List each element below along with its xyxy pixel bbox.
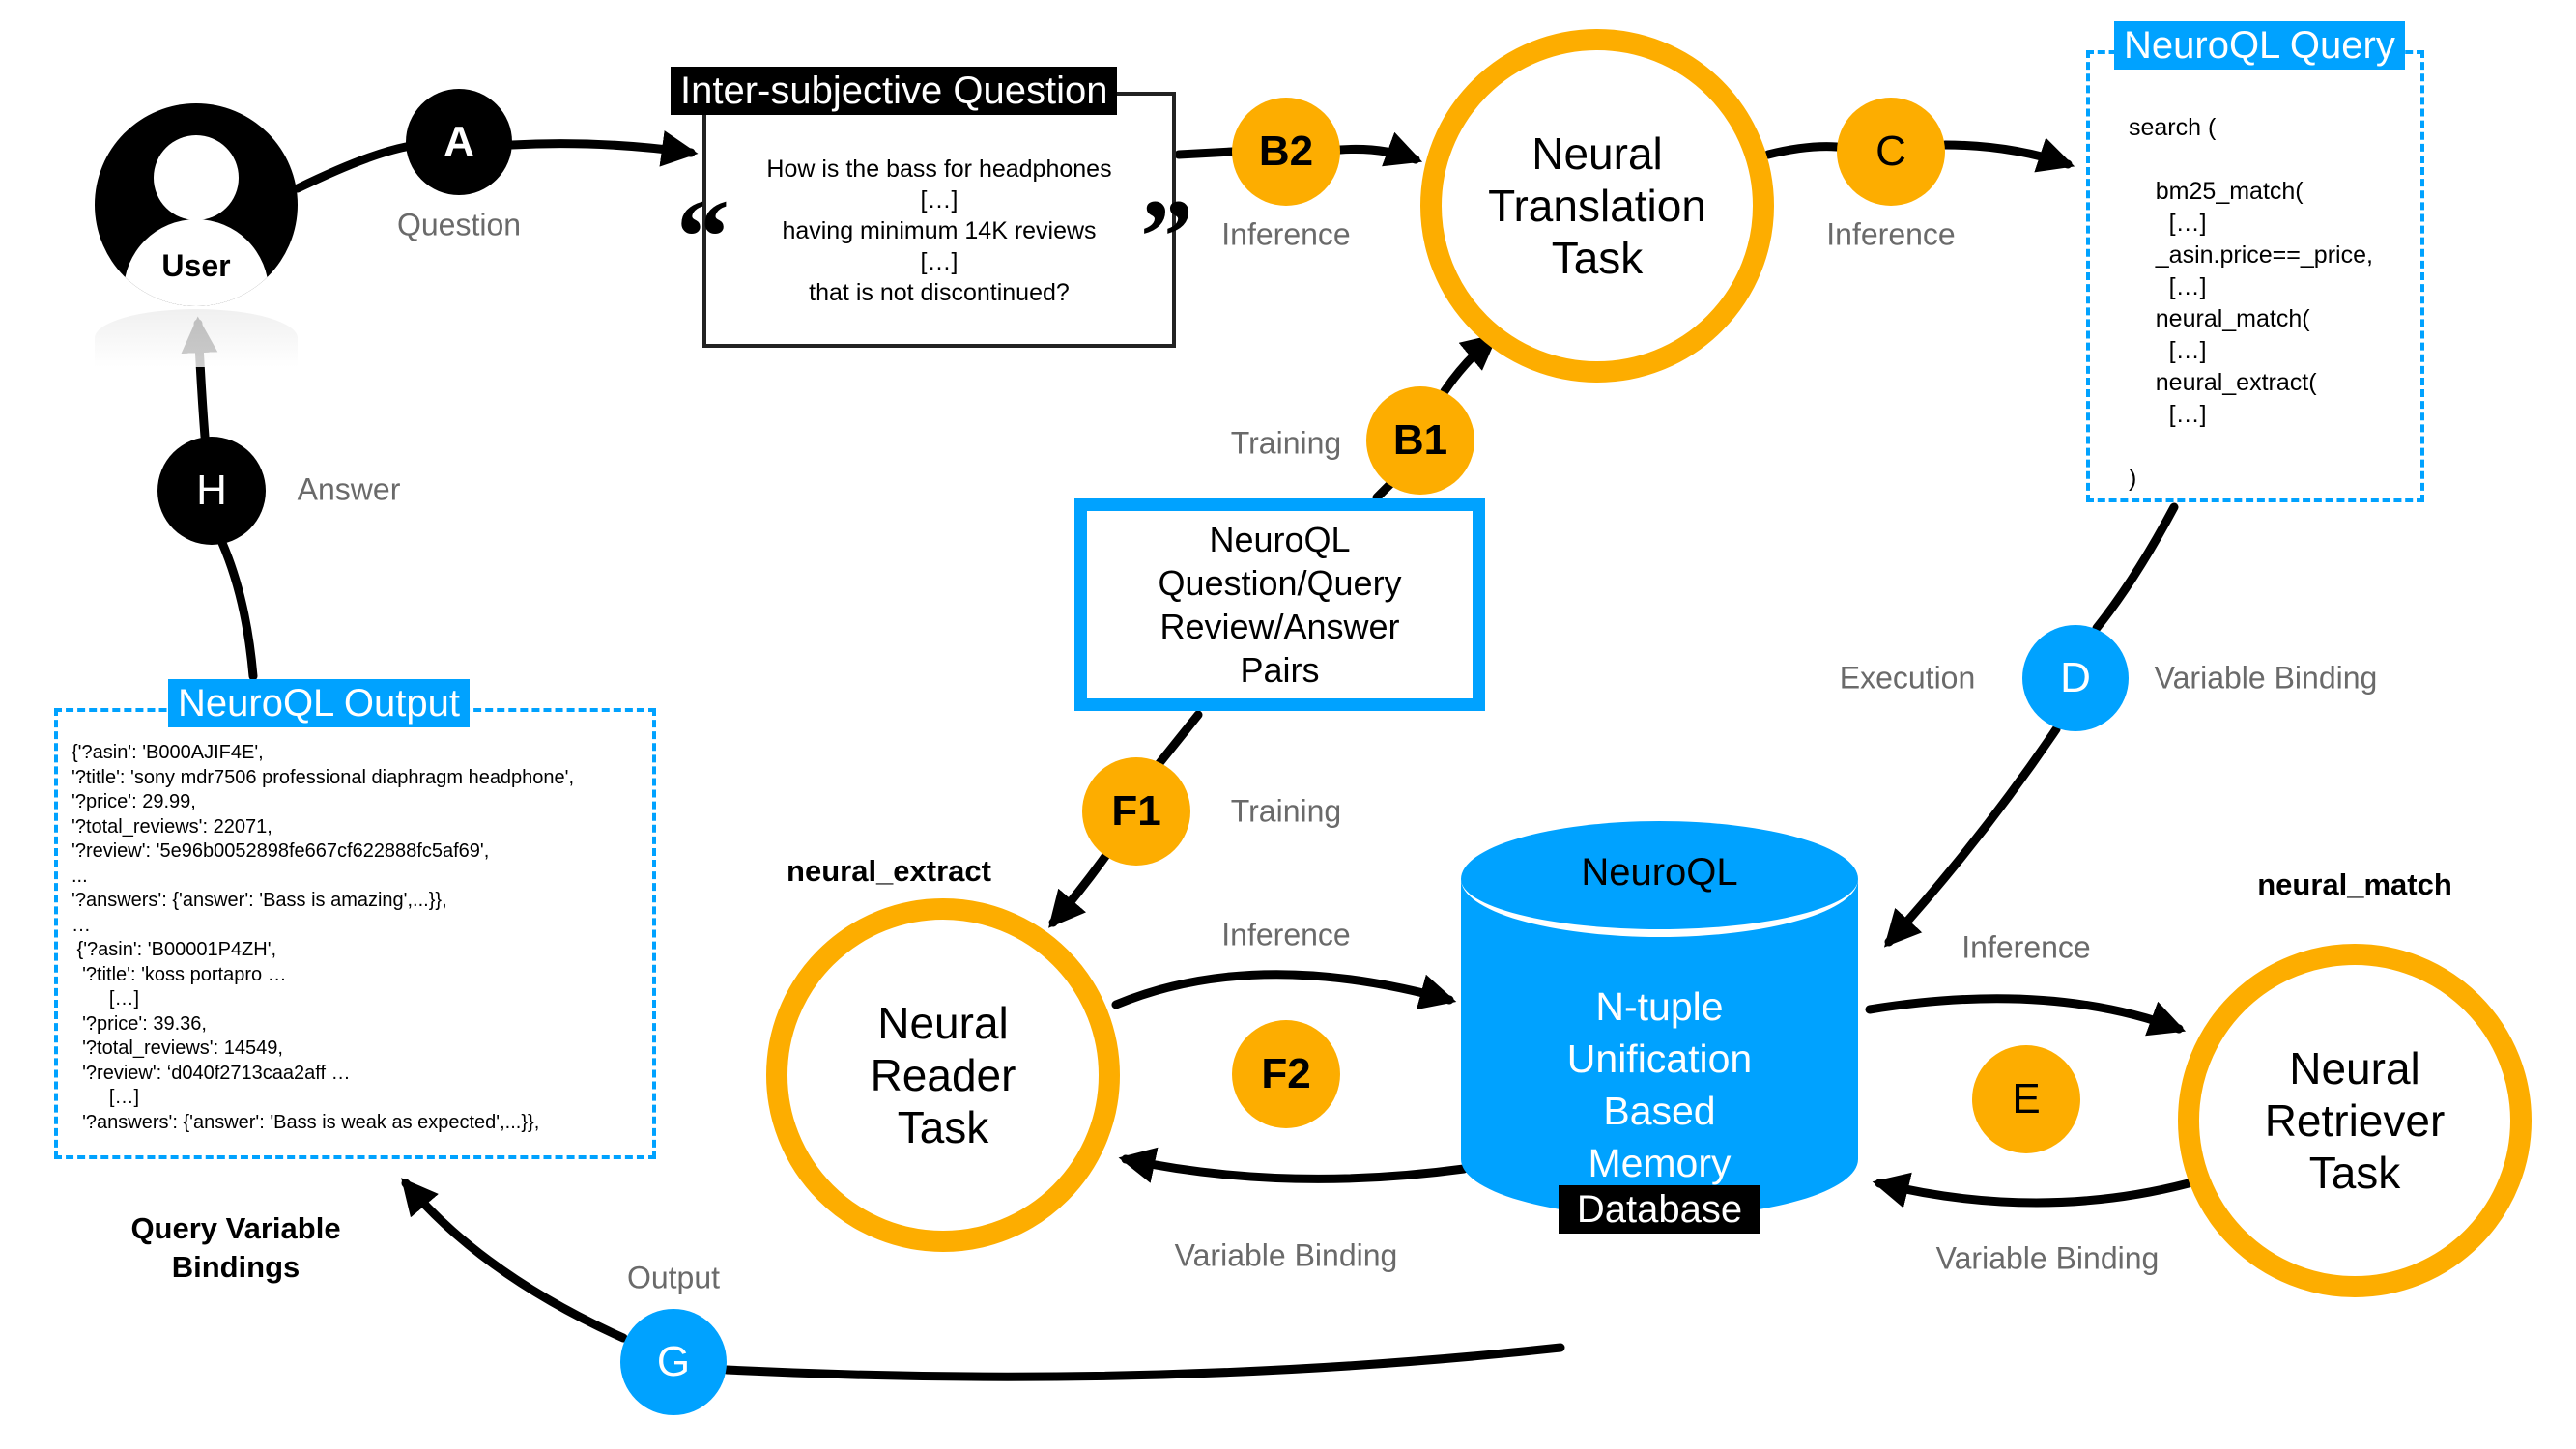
open-quote-icon: “: [676, 178, 730, 296]
step-b1-label: Training: [1230, 425, 1342, 461]
step-d-badge: D: [2022, 625, 2129, 731]
question-line: […]: [920, 248, 959, 275]
edge-g-to-output: [401, 1178, 628, 1343]
step-f2-bottom-label: Variable Binding: [1174, 1237, 1398, 1273]
user-avatar-icon: [154, 135, 239, 220]
step-b1-letter: B1: [1392, 416, 1448, 464]
edge-a-to-question: [507, 130, 699, 167]
output-code: {'?asin': 'B000AJIF4E', '?title': 'sony …: [72, 742, 575, 1133]
step-a-letter: A: [444, 118, 474, 165]
edge-query-to-d: [2092, 502, 2179, 633]
user-avatar: User: [95, 103, 298, 306]
edge-b1-to-translation: [1440, 333, 1499, 396]
edge-output-to-h: [217, 538, 258, 681]
edge-d-to-database: [1883, 724, 2061, 948]
neuroql-database: NeuroQL N-tuple Unification Based Memory…: [1461, 821, 1858, 1234]
edge-database-to-retriever: [1865, 994, 2187, 1037]
neural-reader-task: Neural Reader Task: [766, 898, 1120, 1252]
step-a-label: Question: [396, 207, 522, 242]
step-g-label: Output: [626, 1260, 721, 1295]
question-line: […]: [920, 186, 959, 213]
training-pairs-box: NeuroQL Question/Query Review/Answer Pai…: [1074, 498, 1485, 711]
question-box: How is the bass for headphones […] havin…: [702, 92, 1176, 348]
step-d-letter: D: [2060, 654, 2091, 701]
step-d-left-label: Execution: [1839, 660, 1976, 696]
neural-match-annotation: neural_match: [2257, 867, 2452, 901]
edge-f1-to-reader: [1048, 850, 1111, 928]
step-f1-letter: F1: [1111, 787, 1161, 835]
query-box-title: NeuroQL Query: [2114, 21, 2405, 70]
user-label: User: [161, 248, 231, 283]
edge-c-to-query: [1940, 137, 2075, 173]
translation-task-label: Neural Translation Task: [1488, 128, 1706, 283]
question-line: How is the bass for headphones: [766, 156, 1112, 183]
step-g-badge: G: [620, 1309, 727, 1415]
database-body-label: N-tuple Unification Based Memory: [1566, 984, 1753, 1185]
edge-retriever-to-database: [1872, 1172, 2193, 1208]
output-box: {'?asin': 'B000AJIF4E', '?title': 'sony …: [54, 708, 656, 1159]
question-box-title: Inter-subjective Question: [671, 67, 1118, 115]
question-text: How is the bass for headphones […] havin…: [706, 154, 1172, 308]
step-e-top-label: Inference: [1961, 929, 2091, 965]
step-g-letter: G: [656, 1338, 691, 1385]
step-e-badge: E: [1972, 1045, 2080, 1153]
step-e-bottom-label: Variable Binding: [1935, 1240, 2160, 1276]
query-code: search ( bm25_match( […] _asin.price==_p…: [2129, 114, 2373, 492]
pairs-line: Review/Answer: [1159, 607, 1400, 646]
edge-database-to-g: [722, 1343, 1565, 1381]
neural-retriever-task: Neural Retriever Task: [2178, 944, 2532, 1297]
question-line: having minimum 14K reviews: [782, 217, 1097, 244]
step-e-letter: E: [2012, 1075, 2041, 1122]
retriever-task-label: Neural Retriever Task: [2264, 1043, 2446, 1198]
edge-database-to-reader: [1118, 1147, 1469, 1183]
pairs-line: Pairs: [1240, 650, 1320, 690]
step-f2-badge: F2: [1232, 1020, 1340, 1128]
pairs-line: NeuroQL: [1209, 520, 1351, 559]
query-box: search ( bm25_match( […] _asin.price==_p…: [2086, 50, 2424, 502]
question-line: that is not discontinued?: [809, 279, 1070, 306]
edge-pairs-to-f1: [1155, 710, 1203, 768]
step-b2-badge: B2: [1232, 98, 1340, 206]
step-d-right-label: Variable Binding: [2154, 660, 2378, 696]
step-c-badge: C: [1837, 98, 1945, 206]
pairs-line: Question/Query: [1158, 563, 1402, 603]
step-c-letter: C: [1875, 128, 1906, 175]
neuroql-architecture-diagram: User A Question How is the bass for head…: [0, 0, 2576, 1449]
step-c-label: Inference: [1826, 216, 1956, 252]
edge-question-to-b2: [1174, 147, 1237, 159]
step-f2-top-label: Inference: [1221, 917, 1351, 952]
output-box-title: NeuroQL Output: [168, 679, 471, 727]
database-tag: Database: [1559, 1185, 1760, 1234]
user-reflection: [95, 309, 298, 367]
step-b2-label: Inference: [1221, 216, 1351, 252]
edge-b2-to-translation: [1335, 131, 1423, 167]
query-variable-bindings-annotation: Query Variable Bindings: [130, 1211, 341, 1284]
step-b2-letter: B2: [1258, 128, 1314, 175]
step-f1-badge: F1: [1082, 757, 1190, 866]
neural-translation-task: Neural Translation Task: [1420, 29, 1774, 383]
step-h-badge: H: [157, 437, 266, 545]
edge-translation-to-c: [1763, 142, 1842, 159]
reader-task-label: Neural Reader Task: [870, 998, 1016, 1152]
database-top: NeuroQL: [1461, 821, 1858, 937]
step-b1-badge: B1: [1366, 386, 1474, 495]
step-h-label: Answer: [297, 471, 401, 507]
neural-extract-annotation: neural_extract: [787, 854, 991, 888]
edge-user-to-a: [293, 142, 411, 193]
step-f1-label: Training: [1230, 793, 1342, 829]
step-f2-letter: F2: [1261, 1050, 1311, 1097]
step-a-badge: A: [406, 89, 512, 195]
step-h-letter: H: [196, 467, 227, 514]
close-quote-icon: ”: [1140, 178, 1193, 296]
edge-reader-to-database: [1111, 970, 1457, 1010]
database-top-label: NeuroQL: [1581, 850, 1738, 894]
